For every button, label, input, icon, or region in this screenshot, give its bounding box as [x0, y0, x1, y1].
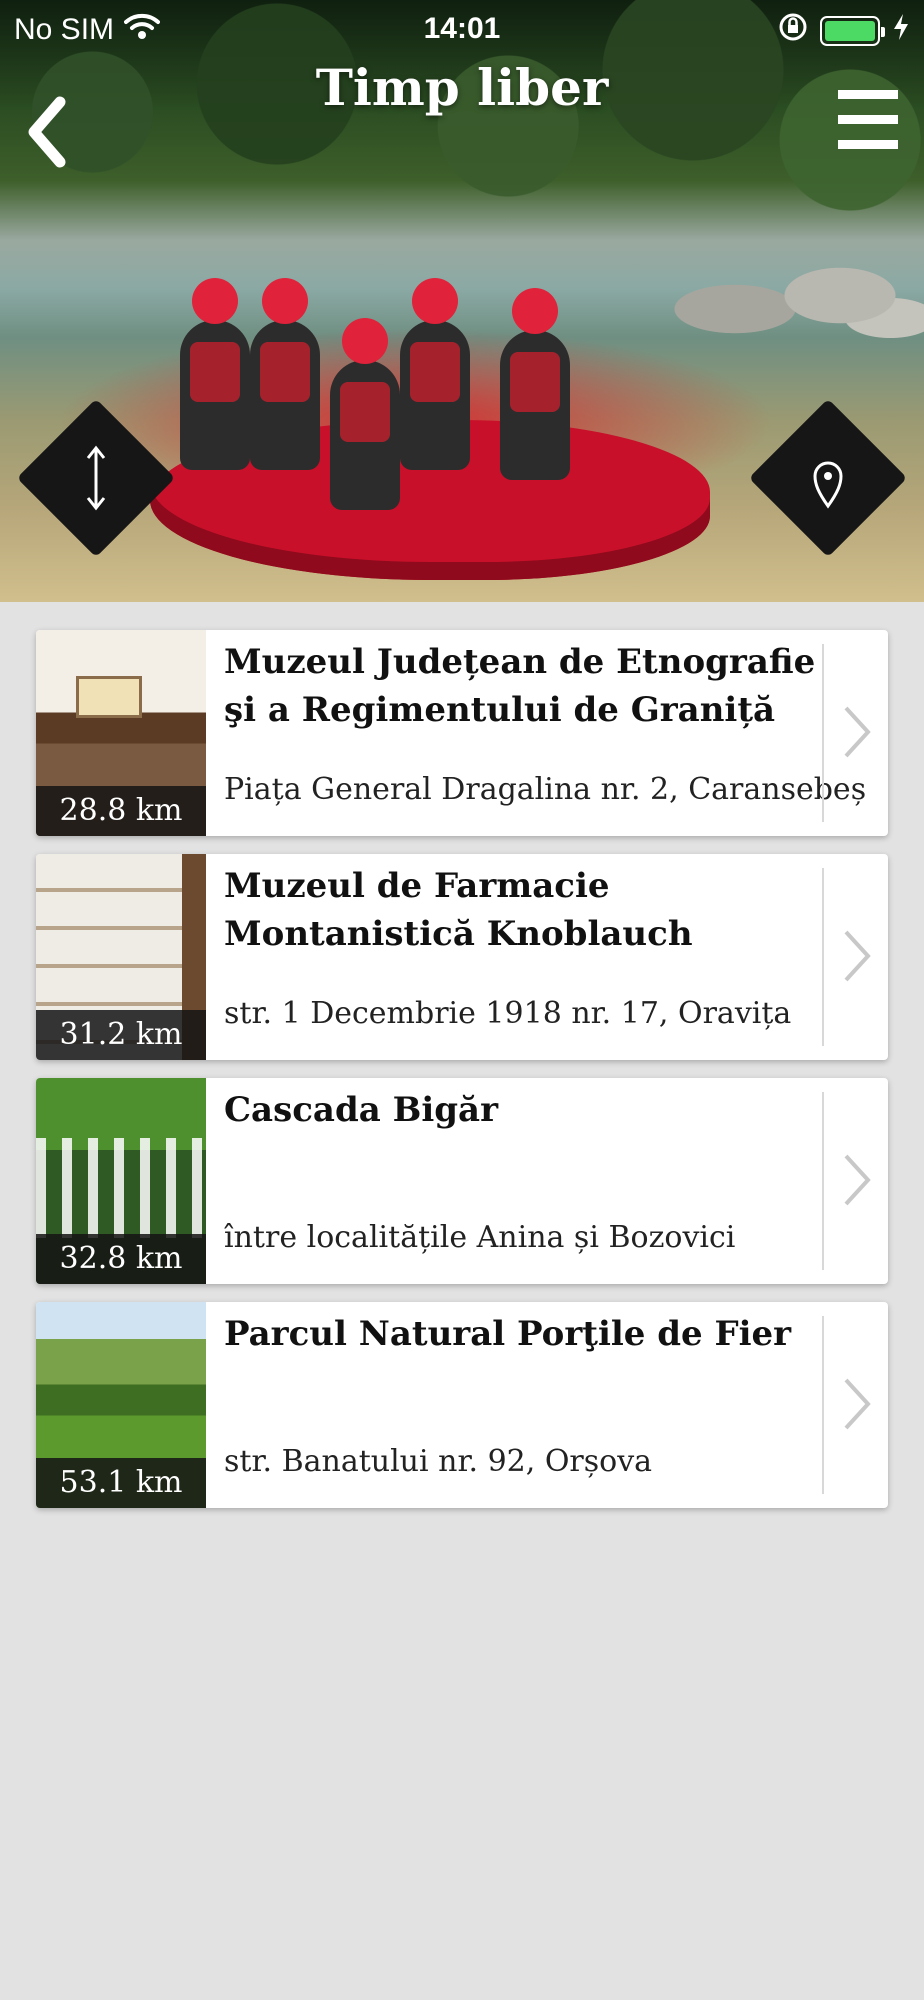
- distance-badge: 28.8 km: [36, 786, 206, 836]
- item-title: Cascada Bigăr: [224, 1090, 498, 1130]
- divider: [822, 1092, 824, 1270]
- list-item[interactable]: 32.8 km Cascada Bigăr între localitățile…: [36, 1078, 888, 1284]
- divider: [822, 1316, 824, 1494]
- item-thumbnail: 53.1 km: [36, 1302, 206, 1508]
- status-right: [778, 12, 910, 50]
- page-title: Timp liber: [315, 58, 609, 117]
- divider: [822, 868, 824, 1046]
- hero-rafter: [500, 288, 570, 480]
- item-thumbnail: 32.8 km: [36, 1078, 206, 1284]
- chevron-right-icon: [844, 1154, 871, 1206]
- list-item[interactable]: 53.1 km Parcul Natural Porţile de Fier s…: [36, 1302, 888, 1508]
- hero-rafter: [400, 278, 470, 470]
- orientation-lock-icon: [778, 12, 808, 50]
- sort-arrows-icon: [86, 445, 106, 511]
- list-item[interactable]: 28.8 km Muzeul Județean de Etnografie şi…: [36, 630, 888, 836]
- item-title: Muzeul de Farmacie Montanistică Knoblauc…: [224, 866, 693, 954]
- battery-icon: [820, 16, 885, 46]
- item-title: Muzeul Județean de Etnografie şi a Regim…: [224, 642, 816, 730]
- hero-rocks: [504, 255, 924, 345]
- distance-badge: 32.8 km: [36, 1234, 206, 1284]
- menu-button[interactable]: [836, 88, 900, 152]
- hero-rafter: [330, 318, 400, 510]
- charging-icon: [892, 12, 910, 50]
- chevron-left-icon: [28, 96, 66, 168]
- map-pin-icon: [813, 461, 843, 509]
- item-thumbnail: 28.8 km: [36, 630, 206, 836]
- hero-rafter: [180, 278, 250, 470]
- hamburger-menu-icon: [838, 90, 898, 149]
- chevron-right-icon: [844, 930, 871, 982]
- item-address: str. 1 Decembrie 1918 nr. 17, Oravița: [224, 996, 792, 1031]
- item-address: între localitățile Anina și Bozovici: [224, 1220, 736, 1255]
- back-button[interactable]: [20, 92, 80, 172]
- distance-badge: 53.1 km: [36, 1458, 206, 1508]
- hero-rafter: [250, 278, 320, 470]
- sort-button[interactable]: [16, 398, 176, 558]
- map-button[interactable]: [748, 398, 908, 558]
- item-thumbnail: 31.2 km: [36, 854, 206, 1060]
- item-title: Parcul Natural Porţile de Fier: [224, 1314, 792, 1354]
- list-item[interactable]: 31.2 km Muzeul de Farmacie Montanistică …: [36, 854, 888, 1060]
- divider: [822, 644, 824, 822]
- distance-badge: 31.2 km: [36, 1010, 206, 1060]
- status-bar: No SIM 14:01: [0, 0, 924, 62]
- item-address: str. Banatului nr. 92, Orșova: [224, 1444, 653, 1479]
- places-list: 28.8 km Muzeul Județean de Etnografie şi…: [36, 630, 888, 1526]
- chevron-right-icon: [844, 706, 871, 758]
- item-address: Piața General Dragalina nr. 2, Caransebe…: [224, 772, 867, 807]
- chevron-right-icon: [844, 1378, 871, 1430]
